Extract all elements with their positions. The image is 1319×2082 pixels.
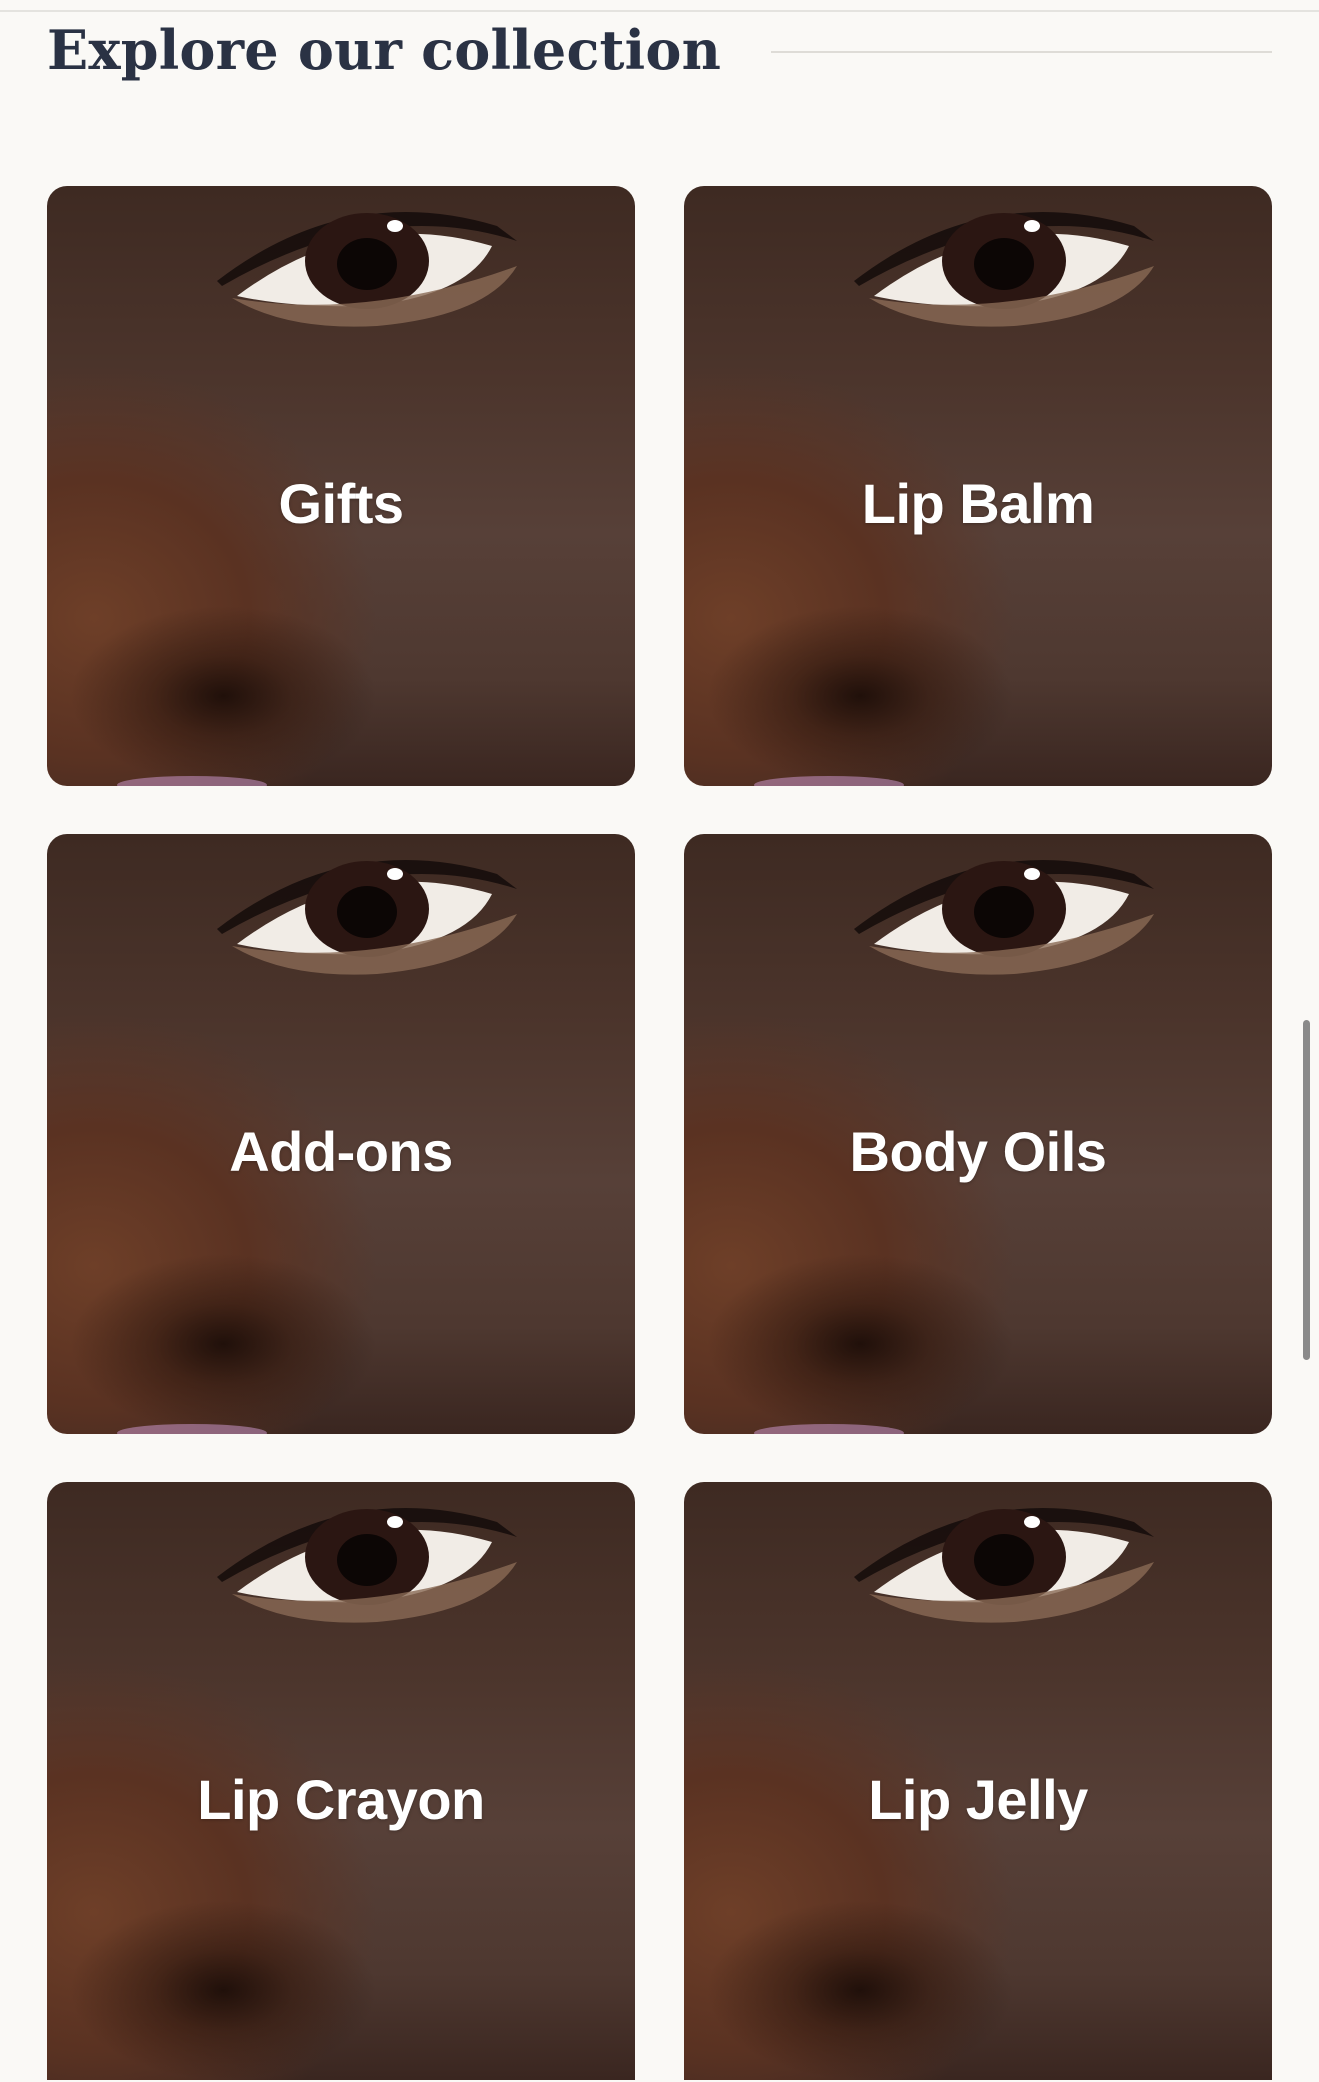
card-label: Lip Balm: [861, 472, 1095, 535]
card-label: Lip Jelly: [868, 1768, 1088, 1831]
card-label: Body Oils: [849, 1120, 1107, 1183]
section-title: Explore our collection: [47, 18, 722, 82]
collection-card-lip-jelly[interactable]: Lip Jelly: [684, 1482, 1272, 2080]
collection-card-lip-crayon[interactable]: Lip Crayon: [47, 1482, 635, 2080]
collection-card-body-oils[interactable]: Body Oils: [684, 834, 1272, 1434]
card-label: Add-ons: [229, 1120, 453, 1183]
title-divider: [771, 51, 1272, 53]
collection-card-lip-balm[interactable]: Lip Balm: [684, 186, 1272, 786]
card-label: Gifts: [278, 472, 404, 535]
scrollbar-thumb[interactable]: [1303, 1020, 1310, 1360]
section-header: Explore our collection: [47, 10, 1272, 90]
collection-card-add-ons[interactable]: Add-ons: [47, 834, 635, 1434]
collection-card-gifts[interactable]: Gifts: [47, 186, 635, 786]
card-label: Lip Crayon: [197, 1768, 485, 1831]
collection-grid: Gifts Lip Balm Add-ons Body Oils Lip Cra…: [47, 186, 1272, 2082]
